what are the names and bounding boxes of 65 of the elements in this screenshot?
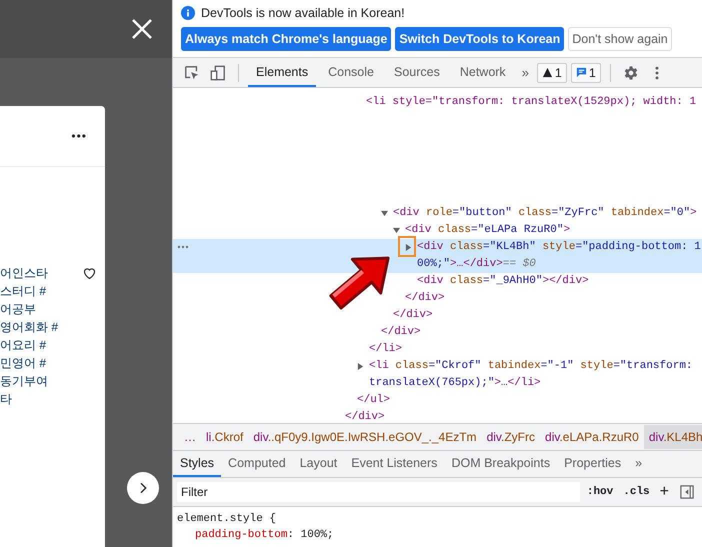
code-line: </div> <box>405 291 445 306</box>
caption-line: 민영어 # <box>0 355 48 372</box>
warnings-badge[interactable]: 1 <box>536 62 567 82</box>
caption-line: 타 <box>0 391 13 408</box>
code-line: </ul> <box>357 393 390 408</box>
highlight-box <box>398 236 416 257</box>
code-line: <div class="KL4Bh" style="padding-bottom: 100%;">…</div>== $0 <box>417 240 702 272</box>
next-button[interactable] <box>127 472 159 504</box>
inspect-icon[interactable] <box>184 64 200 80</box>
code-line: <div class="eLAPa RzuR0"> <box>405 223 570 238</box>
messages-badge[interactable]: 1 <box>570 62 601 82</box>
caption-line: 영어회화 # <box>0 319 60 336</box>
code-line: </li> <box>369 342 402 357</box>
infobar-button[interactable]: Switch DevTools to Korean <box>395 27 564 51</box>
code-line: <div role="button" class="ZyFrc" tabindex="0"> <box>393 206 697 221</box>
expand-arrow-icon[interactable] <box>393 227 400 234</box>
pane-tab[interactable]: Layout <box>292 451 344 477</box>
code-line: </div> <box>393 308 433 323</box>
cls-button[interactable]: .cls <box>620 486 653 498</box>
pane-tab[interactable]: DOM Breakpoints <box>444 451 558 477</box>
code-line: </div> <box>345 410 385 423</box>
code-line: <li style="transform: translateX(1529px); width: 1 <box>365 95 698 110</box>
infobar-button[interactable]: Don't show again <box>568 27 672 51</box>
more-tabs-button[interactable]: » <box>518 65 533 80</box>
infobar-button[interactable]: Always match Chrome's language <box>181 27 392 51</box>
more-tabs-button[interactable]: » <box>628 451 650 477</box>
breadcrumb[interactable]: div..qF0y9.Igw0E.IwRSH.eGOV_._4EzTm <box>248 425 482 449</box>
filter-field[interactable]: Filter <box>177 482 580 502</box>
new-rule-button[interactable]: + <box>656 483 672 501</box>
ellipsis-icon[interactable] <box>177 245 189 249</box>
panel-tab[interactable]: Sources <box>386 58 448 87</box>
expand-arrow-icon[interactable] <box>381 210 388 217</box>
sidebar-toggle-icon[interactable] <box>680 485 694 499</box>
heart-icon[interactable] <box>82 266 97 281</box>
caption-line: 어요리 # <box>0 337 48 354</box>
panel-tab[interactable]: Network <box>452 58 514 87</box>
pane-tab[interactable]: Properties <box>557 451 628 477</box>
hov-button[interactable]: :hov <box>584 486 616 498</box>
device-icon[interactable] <box>210 64 226 80</box>
style-selector: element.style { <box>177 512 278 527</box>
caption-line: 어공부 <box>0 301 37 318</box>
more-menu[interactable]: ••• <box>71 129 87 143</box>
code-line: <div class="_9AhH0"></div> <box>417 274 589 289</box>
style-declaration: padding-bottom: 100%; <box>194 528 335 543</box>
selected-row[interactable]: <div class="KL4Bh" style="padding-bottom: 100%;">…</div>== $0 <box>173 239 702 273</box>
caption-line: 어인스타 <box>0 265 49 282</box>
breadcrumb[interactable]: … <box>179 425 201 449</box>
caption-line: 동기부여 <box>0 373 49 390</box>
info-message: DevTools is now available in Korean! <box>201 6 405 20</box>
pane-tab[interactable]: Event Listeners <box>344 451 444 477</box>
settings-icon[interactable] <box>622 64 639 80</box>
expand-arrow-icon[interactable] <box>357 363 364 370</box>
breadcrumb[interactable]: li.Ckrof <box>201 425 248 449</box>
breadcrumb[interactable]: div.eLAPa.RzuR0 <box>540 425 644 449</box>
code-line: </div> <box>381 325 421 340</box>
expand-arrow-icon[interactable] <box>405 244 412 251</box>
info-icon <box>181 6 195 20</box>
code-line: <li class="Ckrof" tabindex="-1" style="transform: translateX(765px);">…</li> <box>369 359 694 391</box>
panel-tab[interactable]: Elements <box>248 58 316 87</box>
pane-tab[interactable]: Computed <box>221 451 293 477</box>
breadcrumb[interactable]: div.ZyFrc <box>482 425 540 449</box>
close-icon[interactable] <box>130 17 154 41</box>
panel-tab[interactable]: Console <box>320 58 382 87</box>
caption-line: 스터디 # <box>0 283 48 300</box>
breadcrumb[interactable]: div.KL4Bh <box>644 425 702 449</box>
